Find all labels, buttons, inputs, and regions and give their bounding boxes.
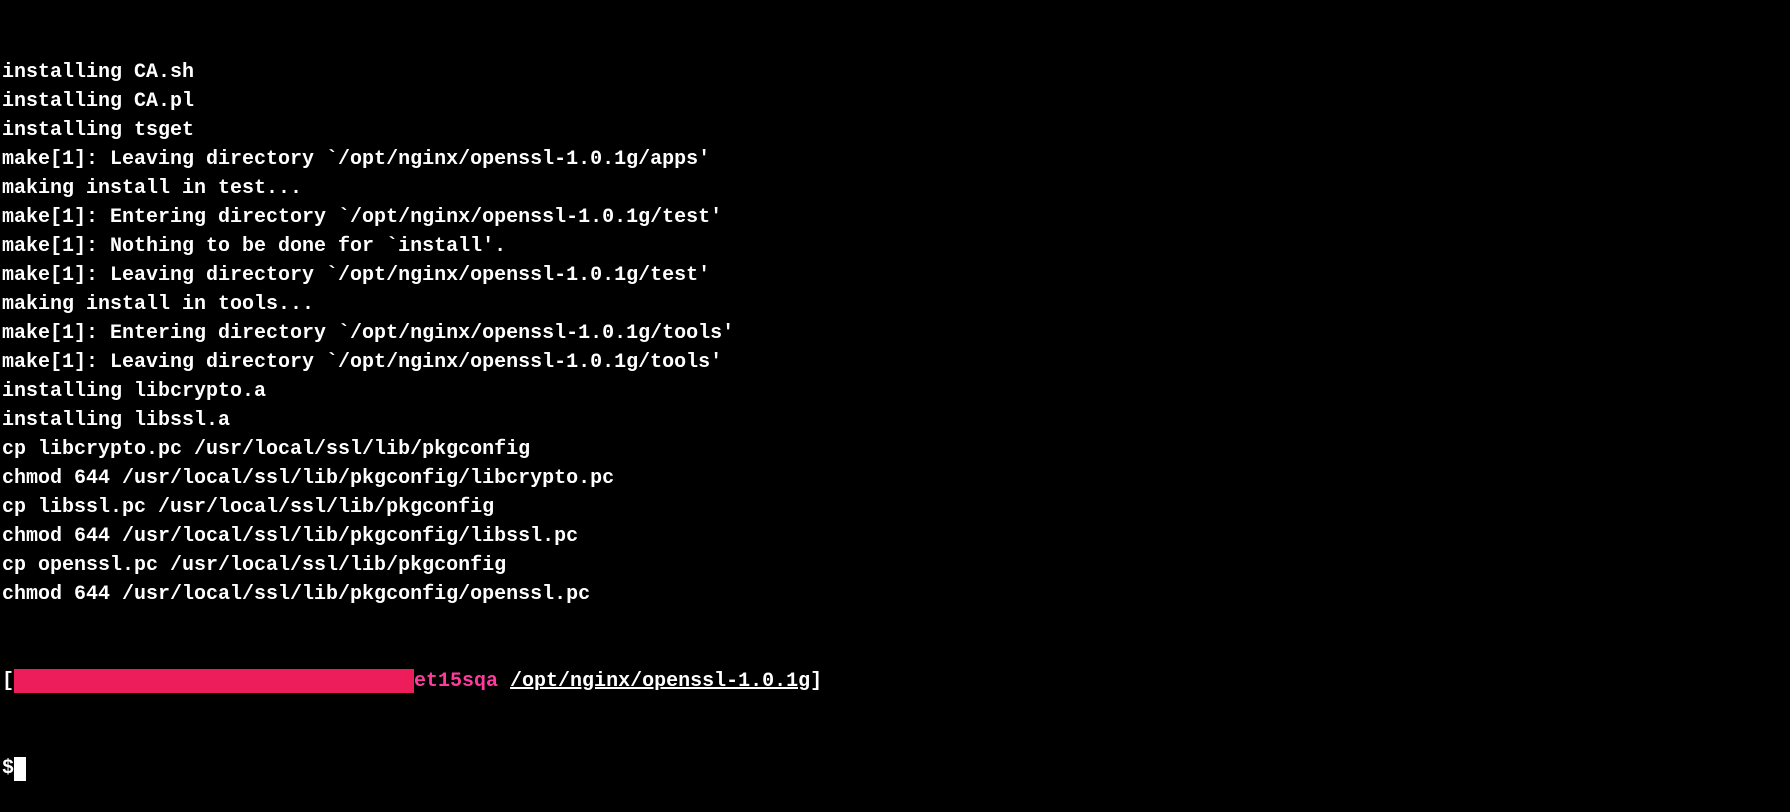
shell-prompt: [ et15sqa /opt/nginx/openssl-1.0.1g] [2, 667, 1788, 696]
host-suffix: et15sqa [414, 670, 498, 693]
output-line: making install in tools... [2, 290, 1788, 319]
output-line: installing CA.pl [2, 87, 1788, 116]
output-line: make[1]: Entering directory `/opt/nginx/… [2, 203, 1788, 232]
output-line: making install in test... [2, 174, 1788, 203]
output-line: installing libcrypto.a [2, 377, 1788, 406]
output-line: chmod 644 /usr/local/ssl/lib/pkgconfig/o… [2, 580, 1788, 609]
current-working-directory: /opt/nginx/openssl-1.0.1g [510, 670, 810, 693]
output-line: installing tsget [2, 116, 1788, 145]
output-line: cp libcrypto.pc /usr/local/ssl/lib/pkgco… [2, 435, 1788, 464]
redacted-hostname [14, 669, 414, 693]
prompt-symbol: $ [2, 754, 14, 783]
output-line: chmod 644 /usr/local/ssl/lib/pkgconfig/l… [2, 464, 1788, 493]
command-input-line[interactable]: $ [2, 754, 1788, 783]
output-line: make[1]: Nothing to be done for `install… [2, 232, 1788, 261]
output-line: make[1]: Entering directory `/opt/nginx/… [2, 319, 1788, 348]
terminal-output[interactable]: installing CA.shinstalling CA.plinstalli… [0, 0, 1790, 812]
output-line: cp libssl.pc /usr/local/ssl/lib/pkgconfi… [2, 493, 1788, 522]
prompt-open-bracket: [ [2, 670, 14, 693]
output-line: make[1]: Leaving directory `/opt/nginx/o… [2, 261, 1788, 290]
output-line: make[1]: Leaving directory `/opt/nginx/o… [2, 145, 1788, 174]
output-line: chmod 644 /usr/local/ssl/lib/pkgconfig/l… [2, 522, 1788, 551]
prompt-close-bracket: ] [810, 670, 822, 693]
output-line: installing libssl.a [2, 406, 1788, 435]
output-line: cp openssl.pc /usr/local/ssl/lib/pkgconf… [2, 551, 1788, 580]
output-line: make[1]: Leaving directory `/opt/nginx/o… [2, 348, 1788, 377]
output-line: installing CA.sh [2, 58, 1788, 87]
cursor-block [14, 757, 26, 781]
